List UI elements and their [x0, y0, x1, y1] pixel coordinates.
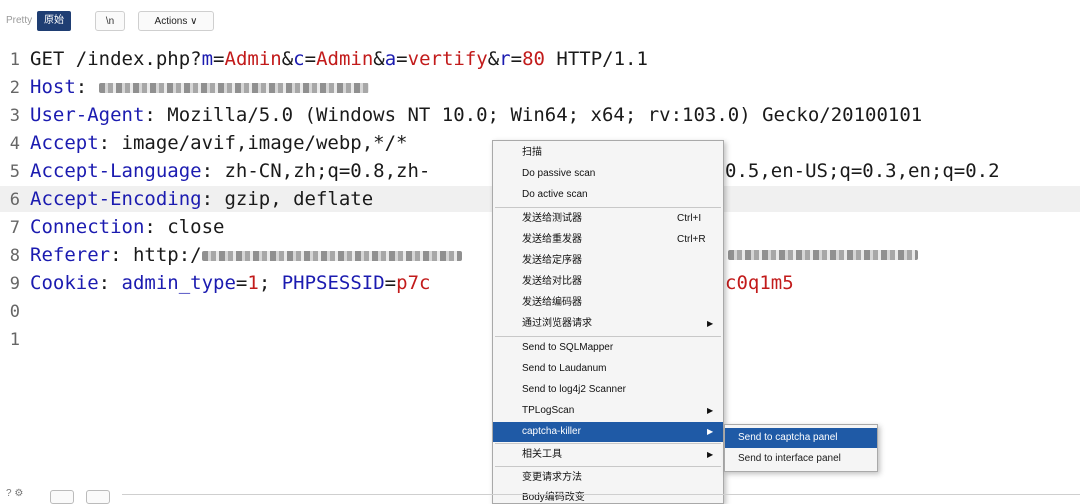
menu-separator [495, 336, 721, 337]
header-value: : image/avif,image/webp,*/* [98, 132, 408, 154]
menu-separator [495, 443, 721, 444]
menu-item-send-to-log4j2-scanner[interactable]: Send to log4j2 Scanner [493, 380, 723, 400]
query-param-value: Admin [316, 48, 374, 70]
header-value: : [75, 76, 99, 98]
line-number: 0 [9, 302, 20, 322]
header-value: : zh-CN,zh;q=0.8,zh- [201, 160, 431, 182]
query-param-value: 80 [522, 48, 545, 70]
request-line-2: 2 Host: [0, 74, 1080, 100]
header-value: : close [144, 216, 225, 238]
http-protocol: HTTP/1.1 [544, 48, 648, 70]
submenu-arrow-icon: ▶ [707, 319, 714, 328]
header-value: : http:/ [110, 244, 202, 266]
line-number: 1 [9, 330, 20, 350]
menu-item-captcha-killer[interactable]: captcha-killer ▶ [493, 422, 723, 442]
header-value: : Mozilla/5.0 (Windows NT 10.0; Win64; x… [144, 104, 923, 126]
query-param-value: Admin [224, 48, 282, 70]
menu-item-change-request-method[interactable]: 变更请求方法 [493, 468, 723, 488]
redacted-referer [201, 250, 462, 261]
header-key: Cookie [30, 272, 99, 294]
header-key: User-Agent [30, 104, 145, 126]
menu-item-request-in-browser[interactable]: 通过浏览器请求 ▶ [493, 314, 723, 334]
shortcut-label: Ctrl+R [677, 234, 706, 245]
line-number: 6 [9, 190, 20, 210]
header-key: Accept-Encoding [30, 188, 202, 210]
query-param-name: r [499, 48, 511, 70]
header-key: Accept-Language [30, 160, 202, 182]
request-line-1: 1 GET /index.php?m=Admin&c=Admin&a=vertif… [0, 46, 1080, 72]
cookie-value: p7c [396, 272, 431, 294]
menu-item-send-to-sqlmapper[interactable]: Send to SQLMapper [493, 338, 723, 358]
help-icon[interactable]: ? ⚙ [6, 488, 23, 499]
header-key: Referer [30, 244, 111, 266]
request-method-path: GET /index.php? [30, 48, 202, 70]
query-param-name: c [293, 48, 305, 70]
newline-toggle-button[interactable]: \n [95, 11, 125, 31]
menu-item-send-to-laudanum[interactable]: Send to Laudanum [493, 359, 723, 379]
submenu-arrow-icon: ▶ [707, 450, 714, 459]
tab-pretty[interactable]: Pretty [6, 11, 32, 31]
submenu-arrow-icon: ▶ [707, 427, 714, 436]
cookie-value-tail: c0q1m5 [725, 272, 794, 294]
line-number: 8 [9, 246, 20, 266]
shortcut-label: Ctrl+I [677, 213, 702, 224]
header-key: Host [30, 76, 76, 98]
query-param-name: m [201, 48, 214, 70]
message-editor-toolbar: Pretty 原始 \n Actions ∨ [0, 0, 1080, 40]
header-key: Connection [30, 216, 145, 238]
menu-item-do-passive-scan[interactable]: Do passive scan [493, 164, 723, 184]
line-number: 7 [9, 218, 20, 238]
menu-separator [495, 207, 721, 208]
menu-item-send-to-decoder[interactable]: 发送给编码器 [493, 293, 723, 313]
line-number: 3 [9, 106, 20, 126]
line-number: 2 [9, 78, 20, 98]
menu-item-send-to-intruder[interactable]: 发送给测试器 Ctrl+I [493, 209, 723, 229]
redacted-host [98, 82, 369, 93]
menu-item-do-active-scan[interactable]: Do active scan [493, 185, 723, 205]
menu-item-tplogscan[interactable]: TPLogScan ▶ [493, 401, 723, 421]
cookie-value: 1 [247, 272, 259, 294]
menu-item-send-to-captcha-panel[interactable]: Send to captcha panel [725, 428, 877, 448]
menu-item-related-tools[interactable]: 相关工具 ▶ [493, 445, 723, 465]
actions-dropdown-button[interactable]: Actions ∨ [138, 11, 214, 31]
search-bar[interactable] [122, 494, 1080, 495]
editor-footer: ? ⚙ [0, 488, 1080, 504]
cookie-separator: ; [258, 272, 282, 294]
header-value: : gzip, deflate [201, 188, 374, 210]
cookie-name: PHPSESSID [281, 272, 385, 294]
menu-item-send-to-repeater[interactable]: 发送给重发器 Ctrl+R [493, 230, 723, 250]
menu-item-send-to-interface-panel[interactable]: Send to interface panel [725, 449, 877, 469]
captcha-killer-submenu: Send to captcha panel Send to interface … [724, 424, 878, 472]
line-number: 5 [9, 162, 20, 182]
line-number: 9 [9, 274, 20, 294]
context-menu: 扫描 Do passive scan Do active scan 发送给测试器… [492, 140, 724, 504]
query-param-name: a [384, 48, 397, 70]
request-line-3: 3 User-Agent: Mozilla/5.0 (Windows NT 10.… [0, 102, 1080, 128]
submenu-arrow-icon: ▶ [707, 406, 714, 415]
header-value-tail: 0.5,en-US;q=0.3,en;q=0.2 [725, 160, 1000, 182]
line-number: 4 [9, 134, 20, 154]
line-number: 1 [9, 50, 20, 70]
cookie-name: admin_type [121, 272, 236, 294]
menu-item-send-to-sequencer[interactable]: 发送给定序器 [493, 251, 723, 271]
menu-item-send-to-comparer[interactable]: 发送给对比器 [493, 272, 723, 292]
query-param-value: vertify [407, 48, 488, 70]
menu-item-scan[interactable]: 扫描 [493, 143, 723, 163]
header-key: Accept [30, 132, 99, 154]
menu-separator [495, 466, 721, 467]
header-separator: : [98, 272, 122, 294]
tab-raw[interactable]: 原始 [37, 11, 71, 31]
redacted-referer-tail [728, 250, 918, 260]
